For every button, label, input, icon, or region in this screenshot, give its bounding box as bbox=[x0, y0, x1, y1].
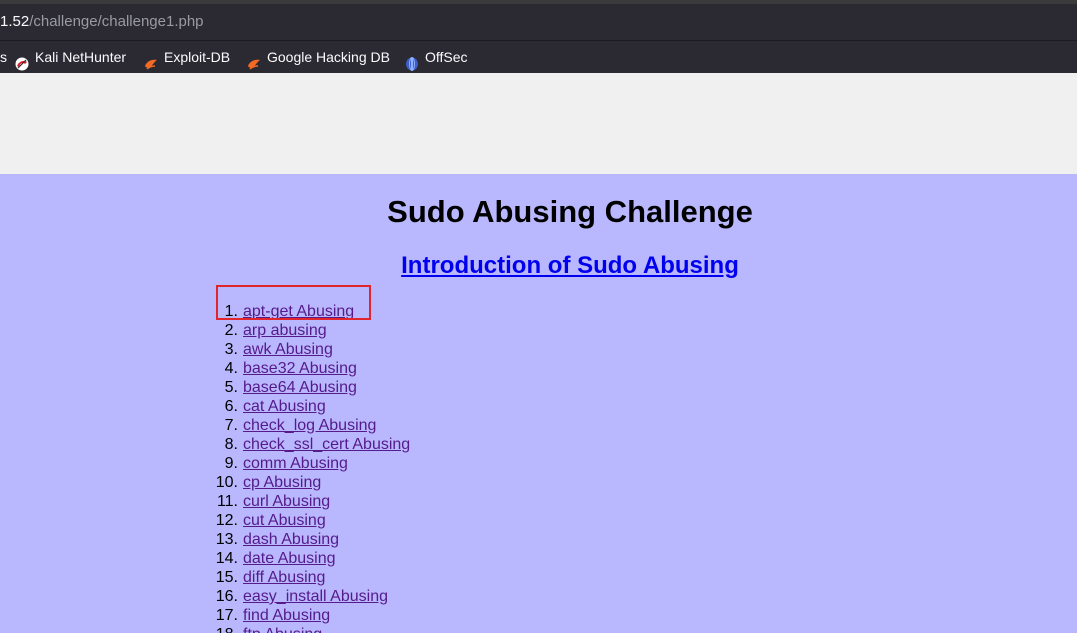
bookmark-label: Kali NetHunter bbox=[35, 49, 127, 65]
challenge-link[interactable]: apt-get Abusing bbox=[243, 303, 354, 320]
challenge-link[interactable]: awk Abusing bbox=[243, 341, 333, 358]
list-item: 8. check_ssl_cert Abusing bbox=[200, 435, 411, 454]
challenge-link[interactable]: comm Abusing bbox=[243, 455, 348, 472]
list-item-number: 12. bbox=[215, 512, 238, 529]
bookmark-partial[interactable]: s bbox=[0, 41, 7, 73]
list-item: 15. diff Abusing bbox=[200, 568, 410, 587]
list-item-number: 3. bbox=[224, 341, 238, 358]
list-item-number: 1. bbox=[224, 303, 238, 320]
challenge-link[interactable]: ftp Abusing bbox=[243, 626, 322, 633]
offsec-icon bbox=[405, 50, 419, 71]
list-item-number: 7. bbox=[224, 417, 238, 434]
bookmarks-toolbar: s Kali NetHunter Exploit-DB Google Hacki… bbox=[0, 41, 1077, 73]
challenge-link[interactable]: check_ssl_cert Abusing bbox=[243, 436, 410, 453]
list-item: 9. comm Abusing bbox=[200, 454, 410, 473]
url-host: 1.52 bbox=[0, 13, 30, 30]
challenge-list: 1. apt-get Abusing 2. arp abusing 3. awk Abus… bbox=[200, 302, 410, 633]
bookmark-partial-label: s bbox=[0, 49, 7, 65]
challenge-link[interactable]: easy_install Abusing bbox=[243, 588, 388, 605]
page-content: Sudo Abusing Challenge Introduction of S… bbox=[0, 174, 1077, 633]
list-item-number: 13. bbox=[215, 531, 238, 548]
challenge-link[interactable]: date Abusing bbox=[243, 550, 336, 567]
challenge-link[interactable]: base64 Abusing bbox=[243, 379, 357, 396]
challenge-link[interactable]: curl Abusing bbox=[243, 493, 330, 510]
list-item-number: 18. bbox=[200, 625, 238, 633]
address-bar[interactable]: 1.52/challenge/challenge1.php bbox=[0, 4, 1077, 41]
google-hacking-db-icon bbox=[247, 50, 261, 70]
list-item: 13. dash Abusing bbox=[200, 530, 410, 549]
url-path: /challenge/challenge1.php bbox=[29, 13, 204, 30]
list-item: 11. curl Abusing bbox=[200, 492, 410, 511]
challenge-link[interactable]: check_log Abusing bbox=[243, 417, 376, 434]
exploit-db-icon bbox=[144, 50, 158, 70]
list-item: 4. base32 Abusing bbox=[200, 359, 410, 378]
challenge-link[interactable]: cp Abusing bbox=[243, 474, 321, 491]
list-item: 7. check_log Abusing bbox=[200, 416, 410, 435]
intro-link[interactable]: Introduction of Sudo Abusing bbox=[401, 252, 739, 279]
list-item: 5. base64 Abusing bbox=[200, 378, 410, 397]
list-item-number: 11. bbox=[216, 493, 238, 510]
page-top-area bbox=[0, 73, 1077, 174]
bookmark-offsec[interactable]: OffSec bbox=[405, 41, 468, 73]
list-item: 3. awk Abusing bbox=[200, 340, 410, 359]
intro-heading: Introduction of Sudo Abusing bbox=[0, 252, 1077, 280]
list-item-number: 10. bbox=[215, 474, 238, 491]
list-item: 12. cut Abusing bbox=[200, 511, 410, 530]
list-item: 14. date Abusing bbox=[200, 549, 410, 568]
list-item-number: 9. bbox=[224, 455, 238, 472]
list-item: 1. apt-get Abusing bbox=[200, 302, 410, 321]
list-item-number: 4. bbox=[224, 360, 238, 377]
challenge-link[interactable]: dash Abusing bbox=[243, 531, 339, 548]
list-item: 17. find Abusing bbox=[200, 606, 410, 625]
list-item-number: 8. bbox=[224, 436, 238, 453]
list-item-number: 5. bbox=[224, 379, 238, 396]
challenge-link[interactable]: cut Abusing bbox=[243, 512, 326, 529]
bookmark-exploit-db[interactable]: Exploit-DB bbox=[144, 41, 230, 73]
bookmark-label: OffSec bbox=[425, 49, 468, 65]
list-item: 16. easy_install Abusing bbox=[200, 587, 410, 606]
list-item-number: 14. bbox=[215, 550, 238, 567]
list-item-number: 15. bbox=[215, 569, 238, 586]
list-item-number: 6. bbox=[224, 398, 238, 415]
bookmark-google-hacking-db[interactable]: Google Hacking DB bbox=[247, 41, 390, 73]
bookmark-kali-nethunter[interactable]: Kali NetHunter bbox=[15, 41, 126, 73]
page-title: Sudo Abusing Challenge bbox=[387, 194, 753, 229]
challenge-link[interactable]: diff Abusing bbox=[243, 569, 325, 586]
list-item-number: 2. bbox=[224, 322, 238, 339]
browser-window: 1.52/challenge/challenge1.php s Kali Net… bbox=[0, 0, 1077, 633]
list-item-number: 16. bbox=[215, 588, 238, 605]
list-item: 2. arp abusing bbox=[200, 321, 410, 340]
list-item: 6. cat Abusing bbox=[200, 397, 410, 416]
challenge-link[interactable]: find Abusing bbox=[243, 607, 330, 624]
list-item-number: 17. bbox=[215, 607, 238, 624]
list-item: 18. ftp Abusing bbox=[200, 625, 410, 633]
bookmark-label: Exploit-DB bbox=[164, 49, 231, 65]
challenge-link[interactable]: arp abusing bbox=[243, 322, 327, 339]
list-item: 10. cp Abusing bbox=[200, 473, 410, 492]
kali-nethunter-icon bbox=[15, 50, 29, 71]
challenge-link[interactable]: base32 Abusing bbox=[243, 360, 357, 377]
bookmark-label: Google Hacking DB bbox=[267, 49, 390, 65]
challenge-link[interactable]: cat Abusing bbox=[243, 398, 326, 415]
